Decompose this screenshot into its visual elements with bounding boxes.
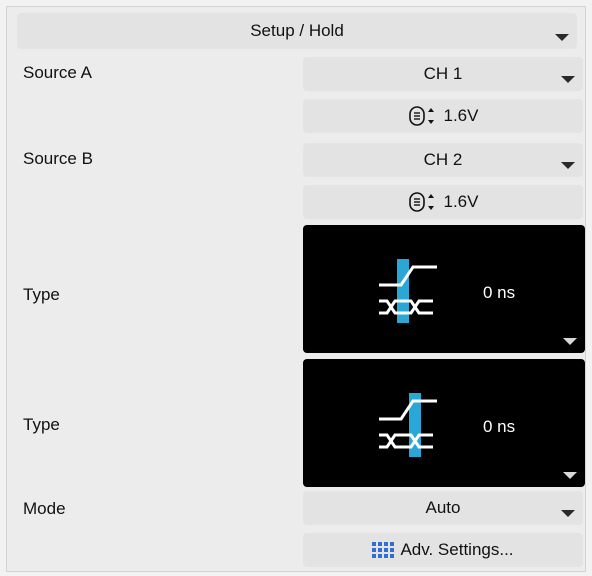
source-a-value: CH 1: [423, 64, 463, 83]
source-b-threshold-control[interactable]: 1.6V: [303, 185, 583, 219]
adv-settings-label: Adv. Settings...: [400, 540, 514, 559]
chevron-down-icon: [555, 34, 569, 41]
source-b-dropdown[interactable]: CH 2: [303, 143, 583, 177]
setup-hold-panel: Setup / Hold Source A CH 1 1.6V Source B…: [6, 6, 586, 572]
type2-label: Type: [23, 415, 60, 434]
source-b-threshold-value: 1.6V: [443, 192, 479, 211]
chevron-down-icon: [561, 510, 575, 517]
adv-settings-button[interactable]: Adv. Settings...: [303, 533, 583, 567]
mode-label: Mode: [23, 499, 66, 518]
chevron-down-icon: [561, 76, 575, 83]
hold-time-value: 0 ns: [483, 417, 516, 436]
threshold-level-icon: [408, 192, 434, 212]
source-b-value: CH 2: [423, 150, 463, 169]
source-a-label: Source A: [23, 63, 92, 82]
setup-waveform-icon: [379, 259, 437, 323]
setup-time-value: 0 ns: [483, 283, 516, 302]
source-a-threshold-control[interactable]: 1.6V: [303, 99, 583, 133]
chevron-down-icon: [563, 338, 577, 345]
source-b-label: Source B: [23, 149, 93, 168]
hold-waveform-icon: [379, 393, 437, 457]
hold-time-type-control[interactable]: 0 ns: [303, 359, 585, 487]
mode-value: Auto: [425, 498, 461, 517]
grid-icon: [372, 542, 395, 558]
chevron-down-icon: [561, 162, 575, 169]
trigger-type-dropdown[interactable]: Setup / Hold: [17, 13, 577, 49]
source-a-dropdown[interactable]: CH 1: [303, 57, 583, 91]
mode-dropdown[interactable]: Auto: [303, 491, 583, 525]
setup-time-type-control[interactable]: 0 ns: [303, 225, 585, 353]
threshold-level-icon: [408, 106, 434, 126]
chevron-down-icon: [563, 472, 577, 479]
source-a-threshold-value: 1.6V: [443, 106, 479, 125]
type1-label: Type: [23, 285, 60, 304]
trigger-type-label: Setup / Hold: [250, 21, 344, 40]
